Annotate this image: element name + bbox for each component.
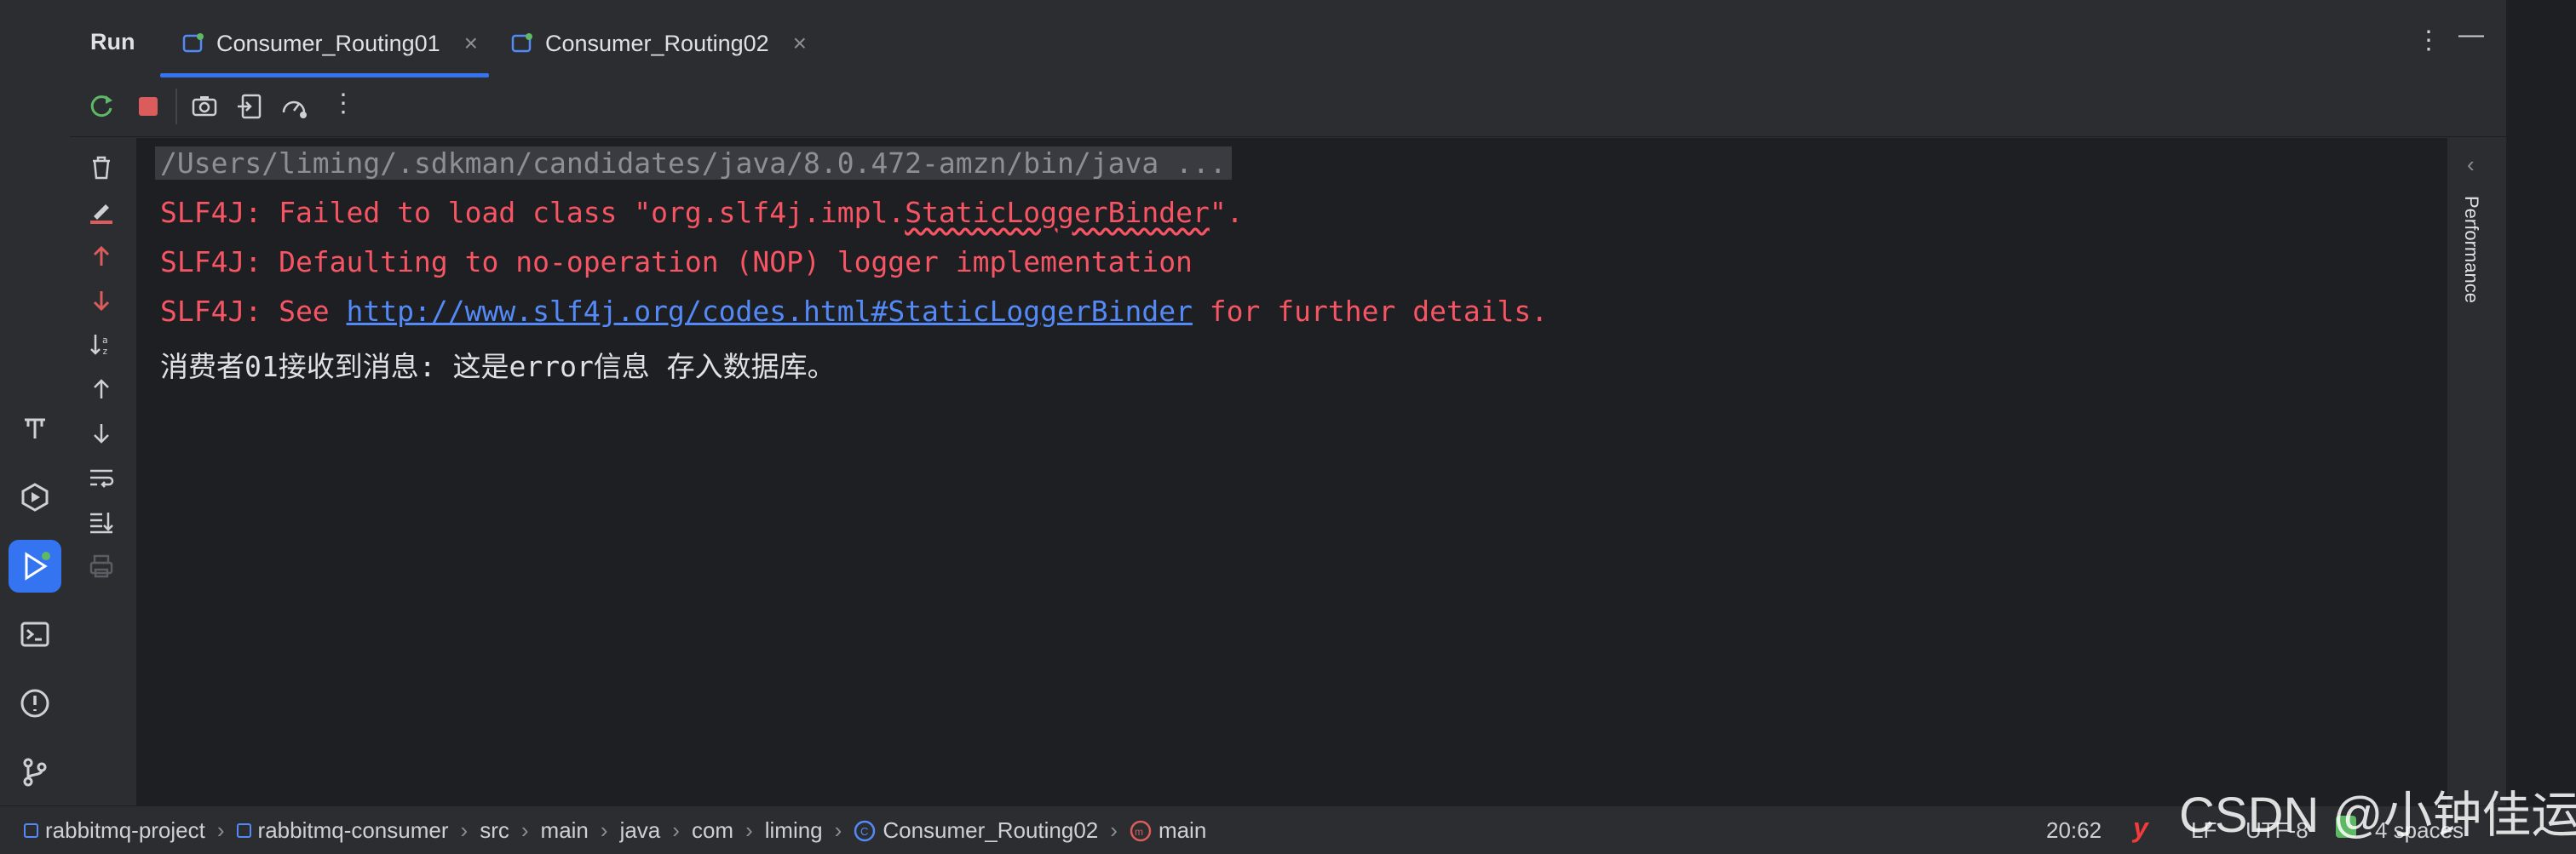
module-icon	[24, 823, 38, 838]
arrow-down-icon[interactable]	[87, 419, 116, 448]
breadcrumb-item[interactable]: com	[692, 817, 733, 844]
console-class-name: StaticLoggerBinder	[905, 196, 1210, 229]
breadcrumb-item[interactable]: rabbitmq-project	[24, 817, 205, 844]
run-config-icon	[182, 33, 204, 53]
breadcrumb-item[interactable]: src	[480, 817, 509, 844]
scroll-to-end-icon[interactable]	[87, 507, 116, 536]
chevron-right-icon: ›	[216, 817, 225, 843]
close-icon[interactable]: ×	[793, 30, 807, 57]
sort-icon[interactable]: az	[87, 330, 116, 359]
minimize-icon[interactable]: —	[2458, 20, 2484, 49]
console-link[interactable]: http://www.slf4j.org/codes.html#StaticLo…	[347, 295, 1193, 328]
clear-highlight-icon[interactable]	[87, 198, 116, 226]
terminal-tool-button[interactable]	[9, 608, 61, 661]
console-text: ".	[1209, 196, 1244, 229]
breadcrumb-item[interactable]: main	[541, 817, 589, 844]
dashboard-icon[interactable]	[279, 92, 308, 121]
structure-tool-button[interactable]	[9, 402, 61, 455]
problems-icon	[20, 689, 49, 718]
toolbar-separator	[175, 89, 177, 124]
console-output[interactable]	[136, 138, 2447, 805]
more-options-icon[interactable]: ⋮	[2416, 26, 2441, 55]
tab-consumer-routing01[interactable]: Consumer_Routing01 ×	[182, 9, 478, 78]
chevron-right-icon: ›	[672, 817, 680, 843]
console-text: SLF4J: Failed to load class "org.slf4j.i…	[160, 196, 906, 229]
soft-wrap-icon[interactable]	[87, 463, 116, 492]
console-line-message: 消费者01接收到消息: 这是error信息 存入数据库。	[160, 350, 836, 383]
breadcrumb-item[interactable]: rabbitmq-consumer	[236, 817, 449, 844]
chevron-right-icon: ›	[520, 817, 529, 843]
svg-text:m: m	[1135, 826, 1143, 838]
active-tab-indicator	[160, 73, 489, 77]
chevron-left-icon[interactable]: ‹	[2467, 152, 2475, 178]
console-line-error-2: SLF4J: Defaulting to no-operation (NOP) …	[160, 245, 1193, 278]
structure-icon	[25, 418, 45, 438]
breadcrumb: rabbitmq-project › rabbitmq-consumer › s…	[24, 817, 1206, 844]
arrow-up-icon[interactable]	[87, 375, 116, 404]
problems-tool-button[interactable]	[9, 677, 61, 730]
rerun-icon[interactable]	[87, 92, 116, 121]
window-edge	[2506, 0, 2576, 853]
chevron-right-icon: ›	[834, 817, 842, 843]
left-tool-stripe	[0, 0, 71, 805]
module-icon	[236, 823, 251, 838]
console-text: for further details.	[1192, 295, 1549, 328]
top-strip	[70, 0, 2506, 9]
breadcrumb-item[interactable]: liming	[765, 817, 823, 844]
breadcrumb-item[interactable]: java	[620, 817, 661, 844]
caret-position[interactable]: 20:62	[2046, 817, 2102, 844]
console-command-line[interactable]: /Users/liming/.sdkman/candidates/java/8.…	[155, 146, 1232, 180]
chevron-right-icon: ›	[745, 817, 753, 843]
chevron-right-icon: ›	[460, 817, 469, 843]
tab-consumer-routing02[interactable]: Consumer_Routing02 ×	[511, 9, 807, 78]
next-error-icon[interactable]	[87, 286, 116, 315]
breadcrumb-item[interactable]: C Consumer_Routing02	[854, 817, 1098, 844]
console-line-error-3: SLF4J: See http://www.slf4j.org/codes.ht…	[160, 295, 1548, 328]
console-text: SLF4J: See	[160, 295, 347, 328]
tab-label: Consumer_Routing02	[545, 30, 769, 56]
stop-icon[interactable]	[134, 92, 163, 121]
services-tool-button[interactable]	[9, 471, 61, 524]
run-panel-title: Run	[90, 29, 135, 54]
chevron-right-icon: ›	[600, 817, 608, 843]
performance-tool-tab[interactable]: Performance	[2460, 196, 2482, 303]
previous-error-icon[interactable]	[87, 242, 116, 271]
svg-text:C: C	[860, 825, 868, 838]
print-icon	[89, 554, 113, 578]
toolbar-more-icon[interactable]: ⋮	[331, 89, 356, 118]
close-icon[interactable]: ×	[464, 30, 478, 57]
services-icon	[21, 483, 49, 512]
trash-icon[interactable]	[87, 153, 116, 182]
run-icon	[25, 552, 50, 581]
method-icon: m	[1130, 820, 1152, 841]
run-config-icon	[511, 33, 532, 53]
run-toolbar	[70, 78, 2506, 137]
svg-text:z: z	[102, 346, 108, 357]
exit-icon[interactable]	[235, 92, 264, 121]
chevron-right-icon: ›	[1110, 817, 1118, 843]
breadcrumb-item[interactable]: m main	[1130, 817, 1206, 844]
camera-icon[interactable]	[190, 92, 219, 121]
class-icon: C	[854, 820, 876, 841]
plugin-icon[interactable]: y	[2133, 812, 2148, 844]
terminal-icon	[20, 622, 49, 647]
git-branch-icon	[23, 758, 47, 787]
watermark: CSDN @小钟佳运	[2179, 788, 2576, 843]
run-tool-button[interactable]	[9, 540, 61, 593]
git-tool-button[interactable]	[9, 746, 61, 799]
svg-text:a: a	[102, 335, 108, 346]
console-line-error-1: SLF4J: Failed to load class "org.slf4j.i…	[160, 196, 1244, 229]
tab-label: Consumer_Routing01	[216, 30, 440, 56]
